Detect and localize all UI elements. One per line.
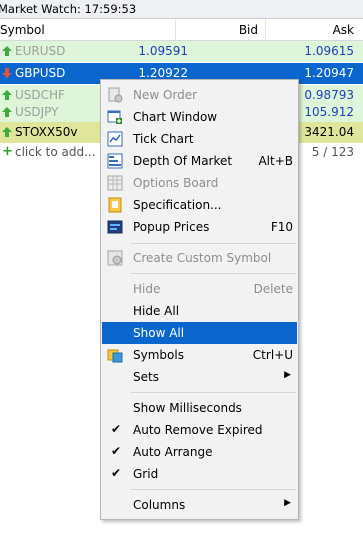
menu-separator (131, 273, 296, 274)
up-arrow-icon (2, 107, 12, 117)
menu-item-label: Auto Arrange (133, 445, 213, 459)
add-symbol-label[interactable]: click to add... (15, 145, 96, 159)
symbol-count: 5 / 123 (311, 145, 354, 159)
context-menu: New Order Chart Window Tick Chart Depth … (100, 79, 299, 520)
menu-item-label: Symbols (133, 348, 184, 362)
menu-item-label: Specification... (133, 198, 222, 212)
menu-item-hide-all[interactable]: Hide All (102, 300, 297, 322)
options-board-icon (107, 175, 123, 191)
menu-item-auto-arrange[interactable]: ✔ Auto Arrange (102, 441, 297, 463)
menu-item-tick-chart[interactable]: Tick Chart (102, 128, 297, 150)
menu-item-options-board[interactable]: Options Board (102, 172, 297, 194)
menu-item-label: New Order (133, 88, 198, 102)
menu-separator (131, 489, 296, 490)
menu-item-hide[interactable]: Hide Delete (102, 278, 297, 300)
menu-item-grid[interactable]: ✔ Grid (102, 463, 297, 485)
menu-separator (131, 392, 296, 393)
title-bar: Market Watch: 17:59:53 (0, 0, 363, 19)
up-arrow-icon (2, 46, 12, 56)
ask-cell: 1.09615 (304, 44, 354, 58)
symbol-cell: GBPUSD (15, 66, 66, 80)
ask-cell: 105.912 (304, 105, 354, 119)
symbol-cell: STOXX50v (15, 125, 78, 139)
menu-item-show-milliseconds[interactable]: Show Milliseconds (102, 397, 297, 419)
down-arrow-icon (2, 68, 12, 78)
menu-item-new-order[interactable]: New Order (102, 84, 297, 106)
menu-item-shortcut: F10 (270, 220, 293, 234)
submenu-arrow-icon: ▶ (284, 498, 291, 508)
column-header-symbol[interactable]: Symbol (0, 23, 45, 37)
menu-separator (131, 243, 296, 244)
checkmark-icon: ✔ (111, 466, 122, 480)
column-header-ask[interactable]: Ask (333, 23, 354, 37)
up-arrow-icon (2, 90, 12, 100)
symbol-cell: EURUSD (15, 44, 66, 58)
specification-icon (108, 197, 122, 213)
table-row[interactable]: EURUSD 1.09591 1.09615 (0, 41, 363, 63)
menu-item-label: Popup Prices (133, 220, 210, 234)
menu-item-shortcut: Delete (253, 282, 293, 296)
custom-symbol-icon (107, 250, 123, 266)
menu-item-create-custom-symbol[interactable]: Create Custom Symbol (102, 247, 297, 269)
new-order-icon (108, 87, 123, 103)
menu-item-label: Columns (133, 498, 186, 512)
chart-window-icon (107, 110, 122, 124)
menu-item-chart-window[interactable]: Chart Window (102, 106, 297, 128)
menu-item-label: Options Board (133, 176, 219, 190)
menu-item-popup-prices[interactable]: Popup Prices F10 (102, 216, 297, 238)
menu-item-label: Chart Window (133, 110, 218, 124)
menu-item-show-all[interactable]: Show All (102, 322, 297, 344)
menu-item-label: Depth Of Market (133, 154, 233, 168)
submenu-arrow-icon: ▶ (284, 370, 291, 380)
tick-chart-icon (107, 131, 123, 147)
menu-item-label: Grid (133, 467, 159, 481)
ask-cell: 0.98793 (304, 88, 354, 102)
column-divider[interactable] (175, 19, 176, 41)
menu-item-specification[interactable]: Specification... (102, 194, 297, 216)
menu-item-depth-of-market[interactable]: Depth Of Market Alt+B (102, 150, 297, 172)
ask-cell: 3421.04 (304, 125, 354, 139)
menu-item-label: Show All (133, 326, 185, 340)
menu-item-shortcut: Ctrl+U (252, 348, 293, 362)
menu-item-label: Create Custom Symbol (133, 251, 272, 265)
menu-item-label: Tick Chart (133, 132, 194, 146)
up-arrow-icon (2, 127, 12, 137)
depth-of-market-icon (107, 153, 123, 169)
bid-cell: 1.09591 (138, 44, 188, 58)
plus-icon: + (2, 144, 13, 159)
menu-item-shortcut: Alt+B (258, 154, 293, 168)
ask-cell: 1.20947 (304, 66, 354, 80)
table-header: Symbol Bid Ask (0, 19, 363, 41)
column-divider[interactable] (265, 19, 266, 41)
window-title: Market Watch: 17:59:53 (0, 2, 137, 16)
menu-item-label: Sets (133, 370, 159, 384)
symbols-icon (107, 349, 123, 363)
menu-item-label: Hide All (133, 304, 180, 318)
column-header-bid[interactable]: Bid (239, 23, 258, 37)
bid-cell: 1.20922 (138, 66, 188, 80)
menu-item-label: Auto Remove Expired (133, 423, 263, 437)
symbol-cell: USDJPY (15, 105, 59, 119)
menu-item-label: Hide (133, 282, 161, 296)
menu-item-sets[interactable]: Sets ▶ (102, 366, 297, 388)
checkmark-icon: ✔ (111, 422, 122, 436)
menu-item-symbols[interactable]: Symbols Ctrl+U (102, 344, 297, 366)
checkmark-icon: ✔ (111, 444, 122, 458)
menu-item-columns[interactable]: Columns ▶ (102, 494, 297, 516)
popup-prices-icon (107, 220, 123, 234)
menu-item-label: Show Milliseconds (133, 401, 242, 415)
symbol-cell: USDCHF (15, 88, 65, 102)
menu-item-auto-remove-expired[interactable]: ✔ Auto Remove Expired (102, 419, 297, 441)
market-watch-panel: Market Watch: 17:59:53 Symbol Bid Ask EU… (0, 0, 363, 535)
